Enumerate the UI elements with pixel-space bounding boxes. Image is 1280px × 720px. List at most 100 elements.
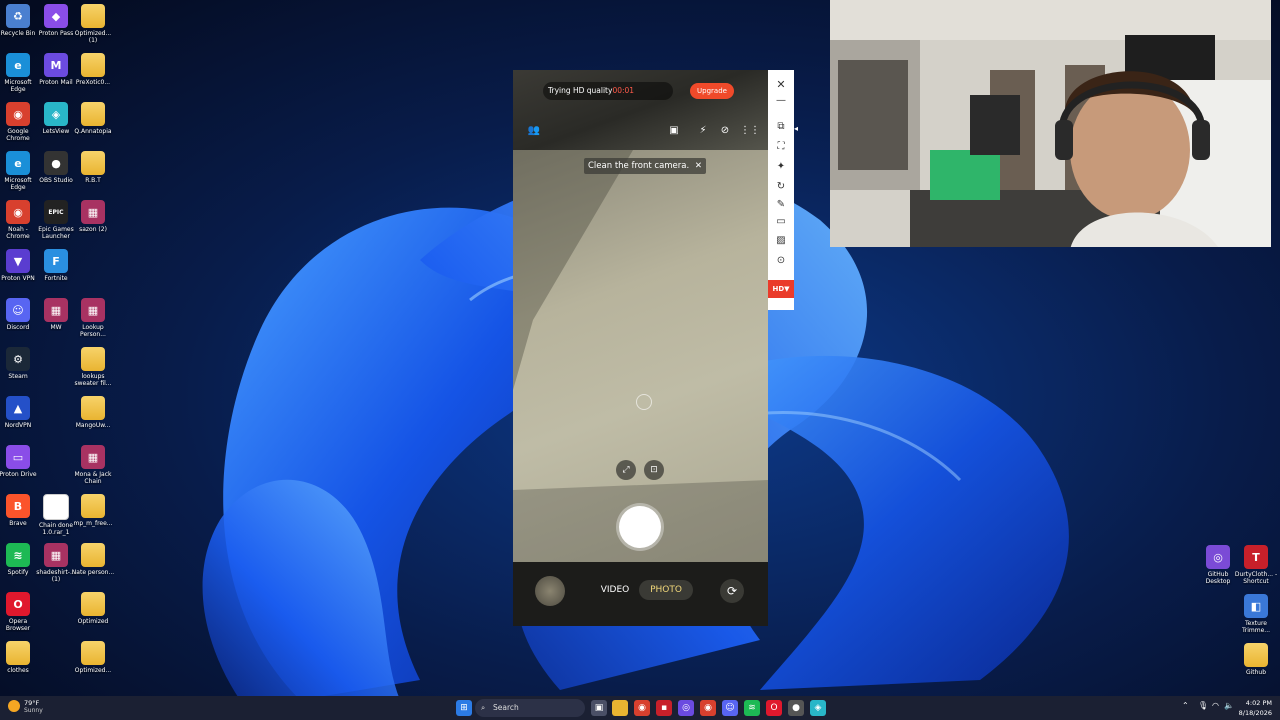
weather-widget[interactable]: 79°F Sunny	[8, 699, 68, 717]
desktop-icon[interactable]: Optimized...	[71, 641, 115, 674]
desktop-icon[interactable]: Github	[1234, 643, 1278, 676]
desktop-icon[interactable]: Optimized... (1)	[71, 4, 115, 44]
proton-vpn-icon: ▼	[6, 249, 30, 273]
folder-icon	[81, 4, 105, 28]
volume-icon[interactable]: 🔈	[1224, 701, 1234, 710]
desktop-icon-label: Proton Drive	[0, 471, 37, 478]
desktop-icon[interactable]: ▲ NordVPN	[0, 396, 40, 429]
clock[interactable]: 4:02 PM 8/18/2026	[1239, 698, 1272, 718]
image-icon[interactable]: ▨	[773, 234, 789, 248]
taskbar-search[interactable]: ⌕ Search	[475, 699, 585, 717]
desktop-icon[interactable]: mp_m_free...	[71, 494, 115, 527]
motion-off-icon[interactable]: ⊘	[718, 124, 732, 138]
folder-icon	[81, 347, 105, 371]
hd-trial-timer: 00:01	[612, 86, 635, 95]
file-explorer-icon[interactable]	[612, 700, 628, 716]
settings-icon[interactable]: ⊙	[773, 254, 789, 268]
tray-chevron-icon[interactable]: ⌃	[1182, 701, 1189, 710]
focus-ring	[636, 394, 652, 410]
discord-taskbar-icon[interactable]: ☺	[722, 700, 738, 716]
red-app-icon[interactable]: ▪	[656, 700, 672, 716]
steam-icon: ⚙	[6, 347, 30, 371]
screenshot-icon[interactable]: ⧉	[773, 120, 789, 134]
desktop-icon-label: Q.Annatopia	[74, 128, 112, 135]
chrome-taskbar-icon-2[interactable]: ◉	[700, 700, 716, 716]
github-desktop-icon: ◎	[1206, 545, 1230, 569]
desktop-icon[interactable]: Q.Annatopia	[71, 102, 115, 135]
webcam-scene	[830, 0, 1271, 247]
folder-icon	[81, 151, 105, 175]
hd-quality-badge[interactable]: HD▼	[768, 280, 794, 298]
mode-video-tab[interactable]: VIDEO	[595, 580, 635, 600]
desktop-icon[interactable]: Nate person...	[71, 543, 115, 576]
mic-icon[interactable]: 🎙	[1198, 701, 1208, 710]
gallery-thumbnail[interactable]	[535, 576, 565, 606]
desktop-icon[interactable]: clothes	[0, 641, 40, 674]
desktop-icon[interactable]: R.B.T	[71, 151, 115, 184]
grid-menu-icon[interactable]: ⋮⋮	[740, 124, 760, 138]
desktop-icon-label: sazon (2)	[79, 226, 107, 233]
minimize-icon[interactable]: —	[773, 94, 789, 108]
desktop-icon[interactable]: ▦ Mona & Jack Chain	[71, 445, 115, 485]
scene-optimizer-icon[interactable]: ▣	[667, 124, 681, 138]
flash-off-icon[interactable]: ⚡	[696, 124, 710, 138]
opera-taskbar-icon[interactable]: O	[766, 700, 782, 716]
desktop-icon[interactable]: T DurtyCloth... - Shortcut	[1234, 545, 1278, 585]
letsview-taskbar-icon[interactable]: ◈	[810, 700, 826, 716]
start-button[interactable]: ⊞	[456, 700, 472, 716]
mode-photo-tab[interactable]: PHOTO	[639, 580, 693, 600]
phone-mirror-window[interactable]: Trying HD quality00:01 Upgrade 👥 ▣ ⚡ ⊘ ⋮…	[513, 70, 768, 626]
desktop-icon[interactable]: ▦ Lookup Person...	[71, 298, 115, 338]
desktop-icon[interactable]: ⚙ Steam	[0, 347, 40, 380]
winrar-icon: ▦	[81, 445, 105, 469]
chrome-icon: ◉	[6, 102, 30, 126]
flip-camera-icon[interactable]: ⟳	[720, 579, 744, 603]
desktop-icon[interactable]: MangoUw...	[71, 396, 115, 429]
close-icon[interactable]: ✕	[773, 78, 789, 92]
camera-viewfinder[interactable]	[513, 150, 768, 562]
pen-icon[interactable]: ✎	[773, 198, 789, 212]
tooltip-close-icon[interactable]: ✕	[695, 161, 702, 171]
brave-icon: B	[6, 494, 30, 518]
collapse-arrow-icon[interactable]: ◂	[794, 124, 798, 133]
chrome-taskbar-icon[interactable]: ◉	[634, 700, 650, 716]
desktop-icon-label: Github	[1245, 669, 1267, 676]
rotate-icon[interactable]: ↻	[773, 180, 789, 194]
wifi-icon[interactable]: ◠	[1212, 701, 1219, 710]
desktop-icon[interactable]: ▦ sazon (2)	[71, 200, 115, 233]
folder-icon	[81, 641, 105, 665]
shutter-button[interactable]	[619, 506, 661, 548]
chrome-icon: ◉	[6, 200, 30, 224]
desktop-icon[interactable]: ▭ Proton Drive	[0, 445, 40, 478]
mirror-side-toolbar: ✕ — ⧉ ⛶ ✦ ↻ ✎ ▭ ▨ ⊙ HD▼	[768, 70, 794, 310]
desktop-icon[interactable]: lookups sweater fil...	[71, 347, 115, 387]
desktop-icon-label: Lookup Person...	[80, 324, 106, 338]
portrait-frame-icon[interactable]: ⊡	[644, 460, 664, 480]
upgrade-button[interactable]: Upgrade	[690, 83, 734, 99]
desktop-icon-label: NordVPN	[4, 422, 32, 429]
hd-trial-text: Trying HD quality	[548, 86, 613, 95]
pin-icon[interactable]: ✦	[773, 160, 789, 174]
clock-date: 8/18/2026	[1238, 709, 1272, 717]
desktop-icon[interactable]: ◧ Texture Trimme...	[1234, 594, 1278, 634]
task-view-icon[interactable]: ▣	[591, 700, 607, 716]
winrar-icon: ▦	[44, 543, 68, 567]
record-frame-icon[interactable]: ▭	[773, 215, 789, 229]
fullscreen-icon[interactable]: ⛶	[773, 140, 789, 154]
desktop-icon[interactable]: PreXotic0...	[71, 53, 115, 86]
spotify-taskbar-icon[interactable]: ≋	[744, 700, 760, 716]
desktop-icon[interactable]: F Fortnite	[34, 249, 78, 282]
viewfinder-shadow	[513, 150, 768, 562]
desktop-icon-label: Texture Trimme...	[1241, 620, 1271, 634]
desktop-icon[interactable]: Optimized	[71, 592, 115, 625]
edge-icon: e	[6, 151, 30, 175]
proton-taskbar-icon[interactable]: ◎	[678, 700, 694, 716]
folder-icon	[6, 641, 30, 665]
desktop-icon-label: Opera Browser	[5, 618, 31, 632]
obs-taskbar-icon[interactable]: ●	[788, 700, 804, 716]
expand-icon[interactable]: ⤢	[616, 460, 636, 480]
people-icon[interactable]: 👥	[527, 124, 541, 138]
desktop-icon[interactable]: O Opera Browser	[0, 592, 40, 632]
search-placeholder: Search	[493, 703, 519, 712]
epic-games-icon: EPIC	[44, 200, 68, 224]
